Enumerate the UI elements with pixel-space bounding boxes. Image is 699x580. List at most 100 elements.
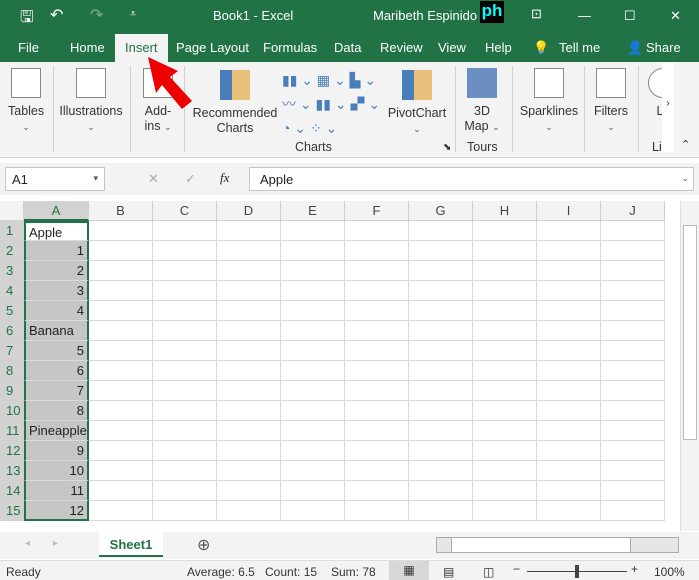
cell[interactable] bbox=[153, 321, 217, 341]
cell[interactable] bbox=[89, 401, 153, 421]
row-header[interactable]: 2 bbox=[0, 241, 24, 261]
cell-A13[interactable]: 10 bbox=[24, 461, 89, 481]
cell[interactable] bbox=[89, 461, 153, 481]
column-header[interactable]: B bbox=[89, 201, 153, 221]
cell-A4[interactable]: 3 bbox=[24, 281, 89, 301]
cell-A10[interactable]: 8 bbox=[24, 401, 89, 421]
cell[interactable] bbox=[153, 461, 217, 481]
cell[interactable] bbox=[153, 281, 217, 301]
hierarchy-chart-icon[interactable]: ▦ ⌄ bbox=[317, 72, 346, 88]
cell[interactable] bbox=[217, 361, 281, 381]
row-header[interactable]: 10 bbox=[0, 401, 24, 421]
cell[interactable] bbox=[345, 481, 409, 501]
cell-A6[interactable]: Banana bbox=[24, 321, 89, 341]
cell[interactable] bbox=[281, 501, 345, 521]
cell[interactable] bbox=[217, 461, 281, 481]
normal-view-icon[interactable]: ▦ bbox=[389, 561, 429, 580]
cell-A11[interactable]: Pineapple bbox=[24, 421, 89, 441]
cell[interactable] bbox=[345, 341, 409, 361]
sheet-tab[interactable]: Sheet1 bbox=[99, 532, 163, 557]
cell[interactable] bbox=[217, 221, 281, 241]
column-header[interactable]: A bbox=[24, 201, 89, 221]
insert-function-icon[interactable]: fx bbox=[220, 170, 229, 186]
row-header[interactable]: 6 bbox=[0, 321, 24, 341]
cell[interactable] bbox=[537, 281, 601, 301]
row-header[interactable]: 12 bbox=[0, 441, 24, 461]
column-header[interactable]: G bbox=[409, 201, 473, 221]
cell[interactable] bbox=[601, 441, 665, 461]
cell[interactable] bbox=[281, 221, 345, 241]
line-chart-icon[interactable]: 〰 ⌄ bbox=[282, 96, 312, 112]
cell[interactable] bbox=[153, 381, 217, 401]
row-header[interactable]: 4 bbox=[0, 281, 24, 301]
cell[interactable] bbox=[409, 281, 473, 301]
3d-map-button[interactable]: 3D Map ⌄ bbox=[460, 68, 504, 135]
statistic-chart-icon[interactable]: ▮▮ ⌄ bbox=[316, 96, 347, 112]
cell[interactable] bbox=[281, 301, 345, 321]
cell[interactable] bbox=[153, 261, 217, 281]
select-all-button[interactable] bbox=[0, 201, 24, 221]
new-sheet-icon[interactable]: ⊕ bbox=[197, 535, 210, 555]
row-header[interactable]: 5 bbox=[0, 301, 24, 321]
cell[interactable] bbox=[345, 421, 409, 441]
user-name[interactable]: Maribeth Espinido bbox=[373, 8, 477, 23]
customize-qat-icon[interactable]: ⩡ bbox=[130, 8, 136, 21]
cell[interactable] bbox=[153, 341, 217, 361]
cell[interactable] bbox=[153, 361, 217, 381]
column-header[interactable]: J bbox=[601, 201, 665, 221]
cell[interactable] bbox=[281, 481, 345, 501]
cell[interactable] bbox=[153, 241, 217, 261]
cell[interactable] bbox=[89, 381, 153, 401]
column-header[interactable]: I bbox=[537, 201, 601, 221]
cell[interactable] bbox=[537, 341, 601, 361]
cell[interactable] bbox=[89, 241, 153, 261]
cell[interactable] bbox=[409, 341, 473, 361]
cell[interactable] bbox=[473, 261, 537, 281]
cell[interactable] bbox=[473, 301, 537, 321]
cell[interactable] bbox=[153, 501, 217, 521]
cell[interactable] bbox=[153, 421, 217, 441]
cell[interactable] bbox=[345, 221, 409, 241]
sparklines-button[interactable]: Sparklines ⌄ bbox=[518, 68, 580, 135]
cell[interactable] bbox=[89, 221, 153, 241]
cell[interactable] bbox=[345, 361, 409, 381]
maximize-button[interactable]: ☐ bbox=[624, 8, 636, 24]
cell[interactable] bbox=[345, 441, 409, 461]
illustrations-button[interactable]: Illustrations ⌄ bbox=[58, 68, 124, 135]
page-layout-view-icon[interactable]: ▤ bbox=[443, 565, 454, 579]
cell[interactable] bbox=[409, 221, 473, 241]
cell[interactable] bbox=[409, 381, 473, 401]
row-header[interactable]: 14 bbox=[0, 481, 24, 501]
cell[interactable] bbox=[473, 381, 537, 401]
cancel-icon[interactable]: ✕ bbox=[148, 171, 159, 187]
cell[interactable] bbox=[89, 481, 153, 501]
cell[interactable] bbox=[537, 481, 601, 501]
row-header[interactable]: 7 bbox=[0, 341, 24, 361]
cell[interactable] bbox=[153, 441, 217, 461]
cell[interactable] bbox=[473, 481, 537, 501]
cell[interactable] bbox=[537, 321, 601, 341]
column-header[interactable]: D bbox=[217, 201, 281, 221]
cell[interactable] bbox=[217, 401, 281, 421]
cell[interactable] bbox=[89, 341, 153, 361]
cell[interactable] bbox=[537, 401, 601, 421]
cell[interactable] bbox=[409, 261, 473, 281]
cell[interactable] bbox=[281, 361, 345, 381]
cell-A15[interactable]: 12 bbox=[24, 501, 89, 521]
zoom-slider[interactable]: − + bbox=[513, 562, 643, 578]
cell[interactable] bbox=[345, 461, 409, 481]
cell-A14[interactable]: 11 bbox=[24, 481, 89, 501]
tab-file[interactable]: File bbox=[18, 40, 39, 55]
cell[interactable] bbox=[153, 301, 217, 321]
cell[interactable] bbox=[345, 381, 409, 401]
column-header[interactable]: C bbox=[153, 201, 217, 221]
cell[interactable] bbox=[217, 481, 281, 501]
cell[interactable] bbox=[601, 221, 665, 241]
cell[interactable] bbox=[281, 281, 345, 301]
save-icon[interactable]: 🖫 bbox=[20, 6, 34, 33]
share-button[interactable]: Share bbox=[646, 40, 681, 55]
cell-A12[interactable]: 9 bbox=[24, 441, 89, 461]
cell[interactable] bbox=[409, 501, 473, 521]
cell[interactable] bbox=[153, 221, 217, 241]
cell[interactable] bbox=[345, 321, 409, 341]
